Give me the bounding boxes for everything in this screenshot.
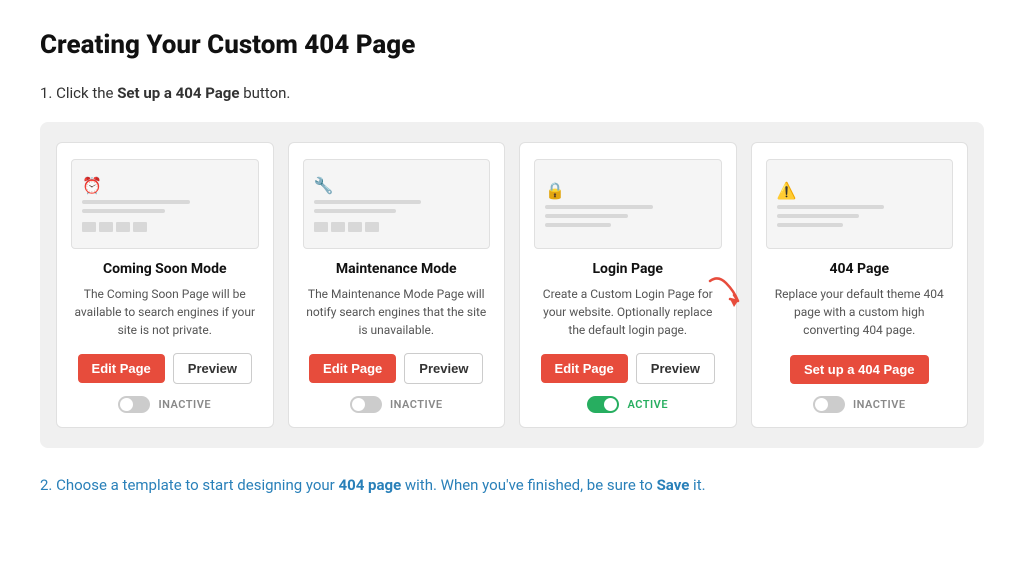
maintenance-status: INACTIVE xyxy=(350,396,443,413)
login-card: 🔒 Login Page Create a Custom Login Page … xyxy=(519,142,737,428)
login-edit-button[interactable]: Edit Page xyxy=(541,354,628,383)
coming-soon-edit-button[interactable]: Edit Page xyxy=(78,354,165,383)
login-actions: Edit Page Preview xyxy=(541,353,715,384)
maintenance-toggle[interactable] xyxy=(350,396,382,413)
setup-404-button[interactable]: Set up a 404 Page xyxy=(790,355,929,384)
404-preview: ⚠️ xyxy=(766,159,954,249)
maintenance-preview: 🔧 xyxy=(303,159,491,249)
login-desc: Create a Custom Login Page for your webs… xyxy=(534,285,722,339)
coming-soon-actions: Edit Page Preview xyxy=(78,353,252,384)
404-title: 404 Page xyxy=(829,261,889,277)
coming-soon-status: INACTIVE xyxy=(118,396,211,413)
cards-panel: ⏰ Coming Soon Mode The Coming Soon Page … xyxy=(40,122,984,448)
coming-soon-card: ⏰ Coming Soon Mode The Coming Soon Page … xyxy=(56,142,274,428)
page-title: Creating Your Custom 404 Page xyxy=(40,30,984,60)
clock-icon: ⏰ xyxy=(82,176,102,195)
maintenance-desc: The Maintenance Mode Page will notify se… xyxy=(303,285,491,339)
404-actions: Set up a 404 Page xyxy=(790,355,929,384)
step1-instruction: 1. Click the Set up a 404 Page button. xyxy=(40,84,984,102)
step2-instruction: 2. Choose a template to start designing … xyxy=(40,476,984,494)
login-preview: 🔒 xyxy=(534,159,722,249)
cards-row: ⏰ Coming Soon Mode The Coming Soon Page … xyxy=(56,142,968,428)
maintenance-card: 🔧 Maintenance Mode The Maintenance Mode … xyxy=(288,142,506,428)
red-arrow-icon xyxy=(708,273,754,309)
maintenance-preview-button[interactable]: Preview xyxy=(404,353,483,384)
404-card: ⚠️ 404 Page Replace your default theme 4… xyxy=(751,142,969,428)
maintenance-title: Maintenance Mode xyxy=(336,261,457,277)
404-toggle[interactable] xyxy=(813,396,845,413)
coming-soon-desc: The Coming Soon Page will be available t… xyxy=(71,285,259,339)
coming-soon-toggle[interactable] xyxy=(118,396,150,413)
404-status: INACTIVE xyxy=(813,396,906,413)
coming-soon-preview-button[interactable]: Preview xyxy=(173,353,252,384)
coming-soon-title: Coming Soon Mode xyxy=(103,261,227,277)
login-title: Login Page xyxy=(592,261,663,277)
coming-soon-preview: ⏰ xyxy=(71,159,259,249)
login-preview-button[interactable]: Preview xyxy=(636,353,715,384)
maintenance-edit-button[interactable]: Edit Page xyxy=(309,354,396,383)
maintenance-actions: Edit Page Preview xyxy=(309,353,483,384)
wrench-icon: 🔧 xyxy=(314,176,334,195)
warning-icon: ⚠️ xyxy=(777,181,797,200)
404-desc: Replace your default theme 404 page with… xyxy=(766,285,954,341)
login-status: ACTIVE xyxy=(587,396,668,413)
login-toggle[interactable] xyxy=(587,396,619,413)
lock-icon: 🔒 xyxy=(545,181,565,200)
